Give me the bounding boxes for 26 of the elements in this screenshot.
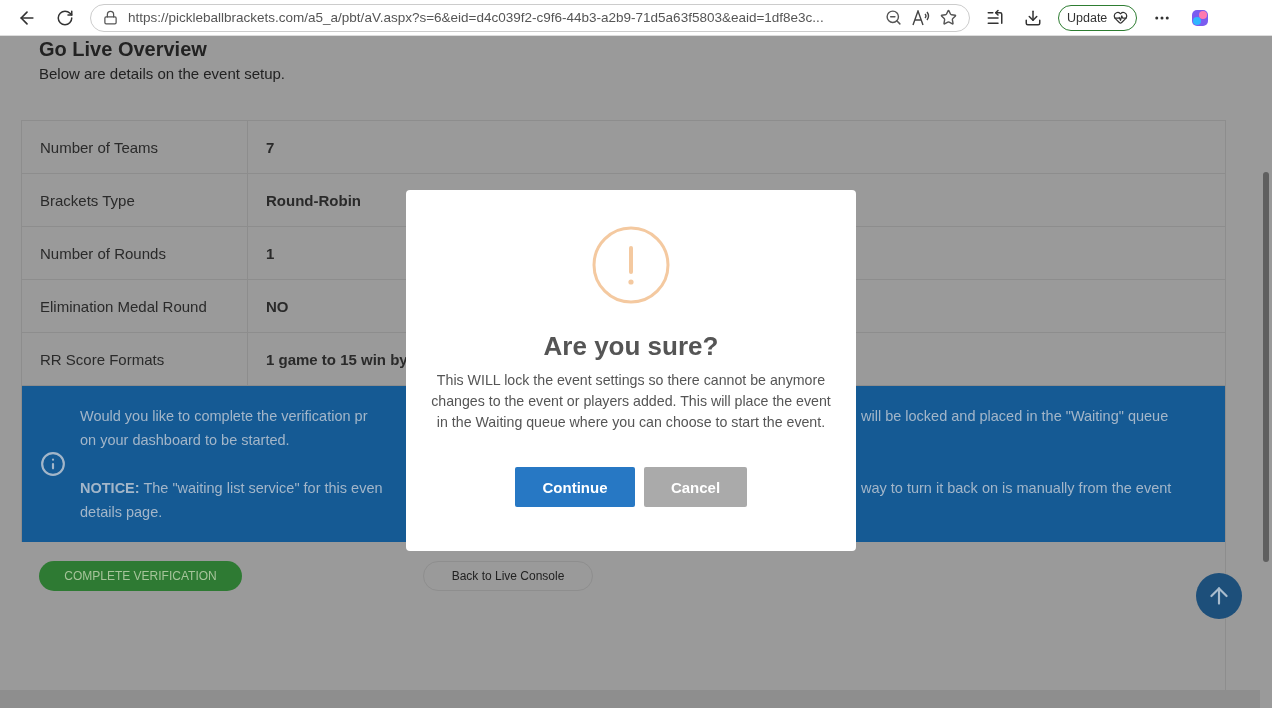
info-text: NOTICE: The "waiting list service" for this even [80,480,384,496]
dialog-title: Are you sure? [543,331,719,362]
info-icon [40,451,66,477]
info-text: details page. [80,504,164,520]
star-icon[interactable] [940,9,957,26]
info-text: Would you like to complete the verification pr [80,408,369,424]
zoom-out-icon[interactable] [885,9,902,26]
detail-label: Number of Teams [39,137,160,158]
read-aloud-icon[interactable] [912,9,930,26]
detail-label: Brackets Type [39,190,136,211]
page-subtitle: Below are details on the event setup. [39,64,286,84]
detail-label: Number of Rounds [39,243,167,264]
warning-icon [592,226,670,304]
detail-label: RR Score Formats [39,349,166,370]
page-title: Go Live Overview [39,37,208,61]
info-text: will be locked and placed in the "Waiting" queue [861,408,1170,424]
detail-value: 7 [247,121,1225,173]
url-text: https://pickleballbrackets.com/a5_a/pbt/aV.aspx?s=6&eid=d4c039f2-c9f6-44b3-a2b9-71d5a63f5803&eaid=1df8e3c... [128,10,825,25]
heart-pulse-icon [1113,10,1129,25]
continue-button[interactable]: Continue [515,467,635,507]
detail-label: Elimination Medal Round [39,296,208,317]
scrollbar-thumb[interactable] [1263,172,1269,562]
info-text: on your dashboard to be started. [80,432,291,448]
update-button[interactable]: Update [1058,4,1138,31]
info-text: way to turn it back on is manually from the event [861,480,1172,496]
lock-icon [103,10,118,25]
